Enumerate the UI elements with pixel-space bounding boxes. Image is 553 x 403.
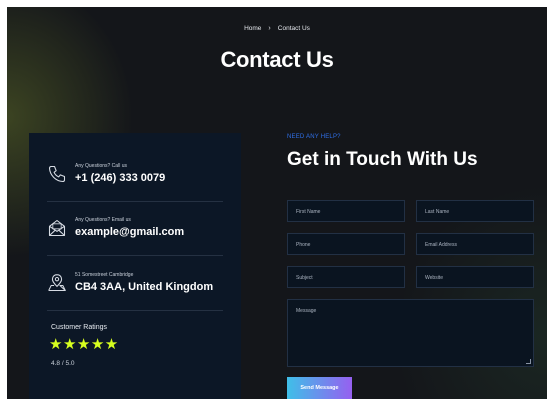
- form-eyebrow: NEED ANY HELP?: [287, 134, 341, 140]
- website-input[interactable]: Website: [416, 266, 534, 288]
- address-line-1: 51 Somestreet Cambridge: [75, 272, 134, 278]
- phone-label: Any Questions? Call us: [75, 163, 127, 169]
- phone-icon: [48, 165, 66, 182]
- ratings-label: Customer Ratings: [51, 324, 108, 331]
- contact-phone: Any Questions? Call us +1 (246) 333 0079: [47, 163, 223, 184]
- breadcrumb: Home › Contact Us: [7, 25, 547, 32]
- send-message-button[interactable]: Send Message: [287, 377, 352, 399]
- chevron-right-icon: ›: [268, 25, 271, 32]
- phone-number[interactable]: +1 (246) 333 0079: [75, 172, 165, 184]
- subject-input[interactable]: Subject: [287, 266, 405, 288]
- divider: [47, 310, 223, 311]
- first-name-input[interactable]: First Name: [287, 200, 405, 222]
- rating-value: 4.8 / 5.0: [51, 360, 75, 367]
- breadcrumb-home-link[interactable]: Home: [244, 25, 261, 32]
- contact-email: Any Questions? Email us example@gmail.co…: [47, 217, 223, 238]
- map-pin-icon: [48, 273, 66, 291]
- resize-handle-icon[interactable]: [526, 359, 531, 364]
- breadcrumb-current: Contact Us: [277, 25, 310, 32]
- phone-input[interactable]: Phone: [287, 233, 405, 255]
- divider: [47, 255, 223, 256]
- email-label: Any Questions? Email us: [75, 217, 131, 223]
- last-name-input[interactable]: Last Name: [416, 200, 534, 222]
- email-address[interactable]: example@gmail.com: [75, 226, 184, 238]
- form-title: Get in Touch With Us: [287, 149, 478, 170]
- star-rating-icons: ★★★★★: [49, 336, 119, 353]
- page-title: Contact Us: [220, 47, 334, 72]
- message-placeholder: Message: [296, 308, 317, 314]
- divider: [47, 201, 223, 202]
- mail-icon: [48, 219, 66, 236]
- contact-address: 51 Somestreet Cambridge CB4 3AA, United …: [47, 272, 223, 293]
- contact-info-card: Any Questions? Call us +1 (246) 333 0079…: [29, 133, 241, 399]
- page: Home › Contact Us Contact Us Any Questio…: [7, 7, 547, 399]
- address-line-2: CB4 3AA, United Kingdom: [75, 281, 214, 293]
- message-textarea[interactable]: Message: [287, 299, 534, 367]
- email-input[interactable]: Email Address: [416, 233, 534, 255]
